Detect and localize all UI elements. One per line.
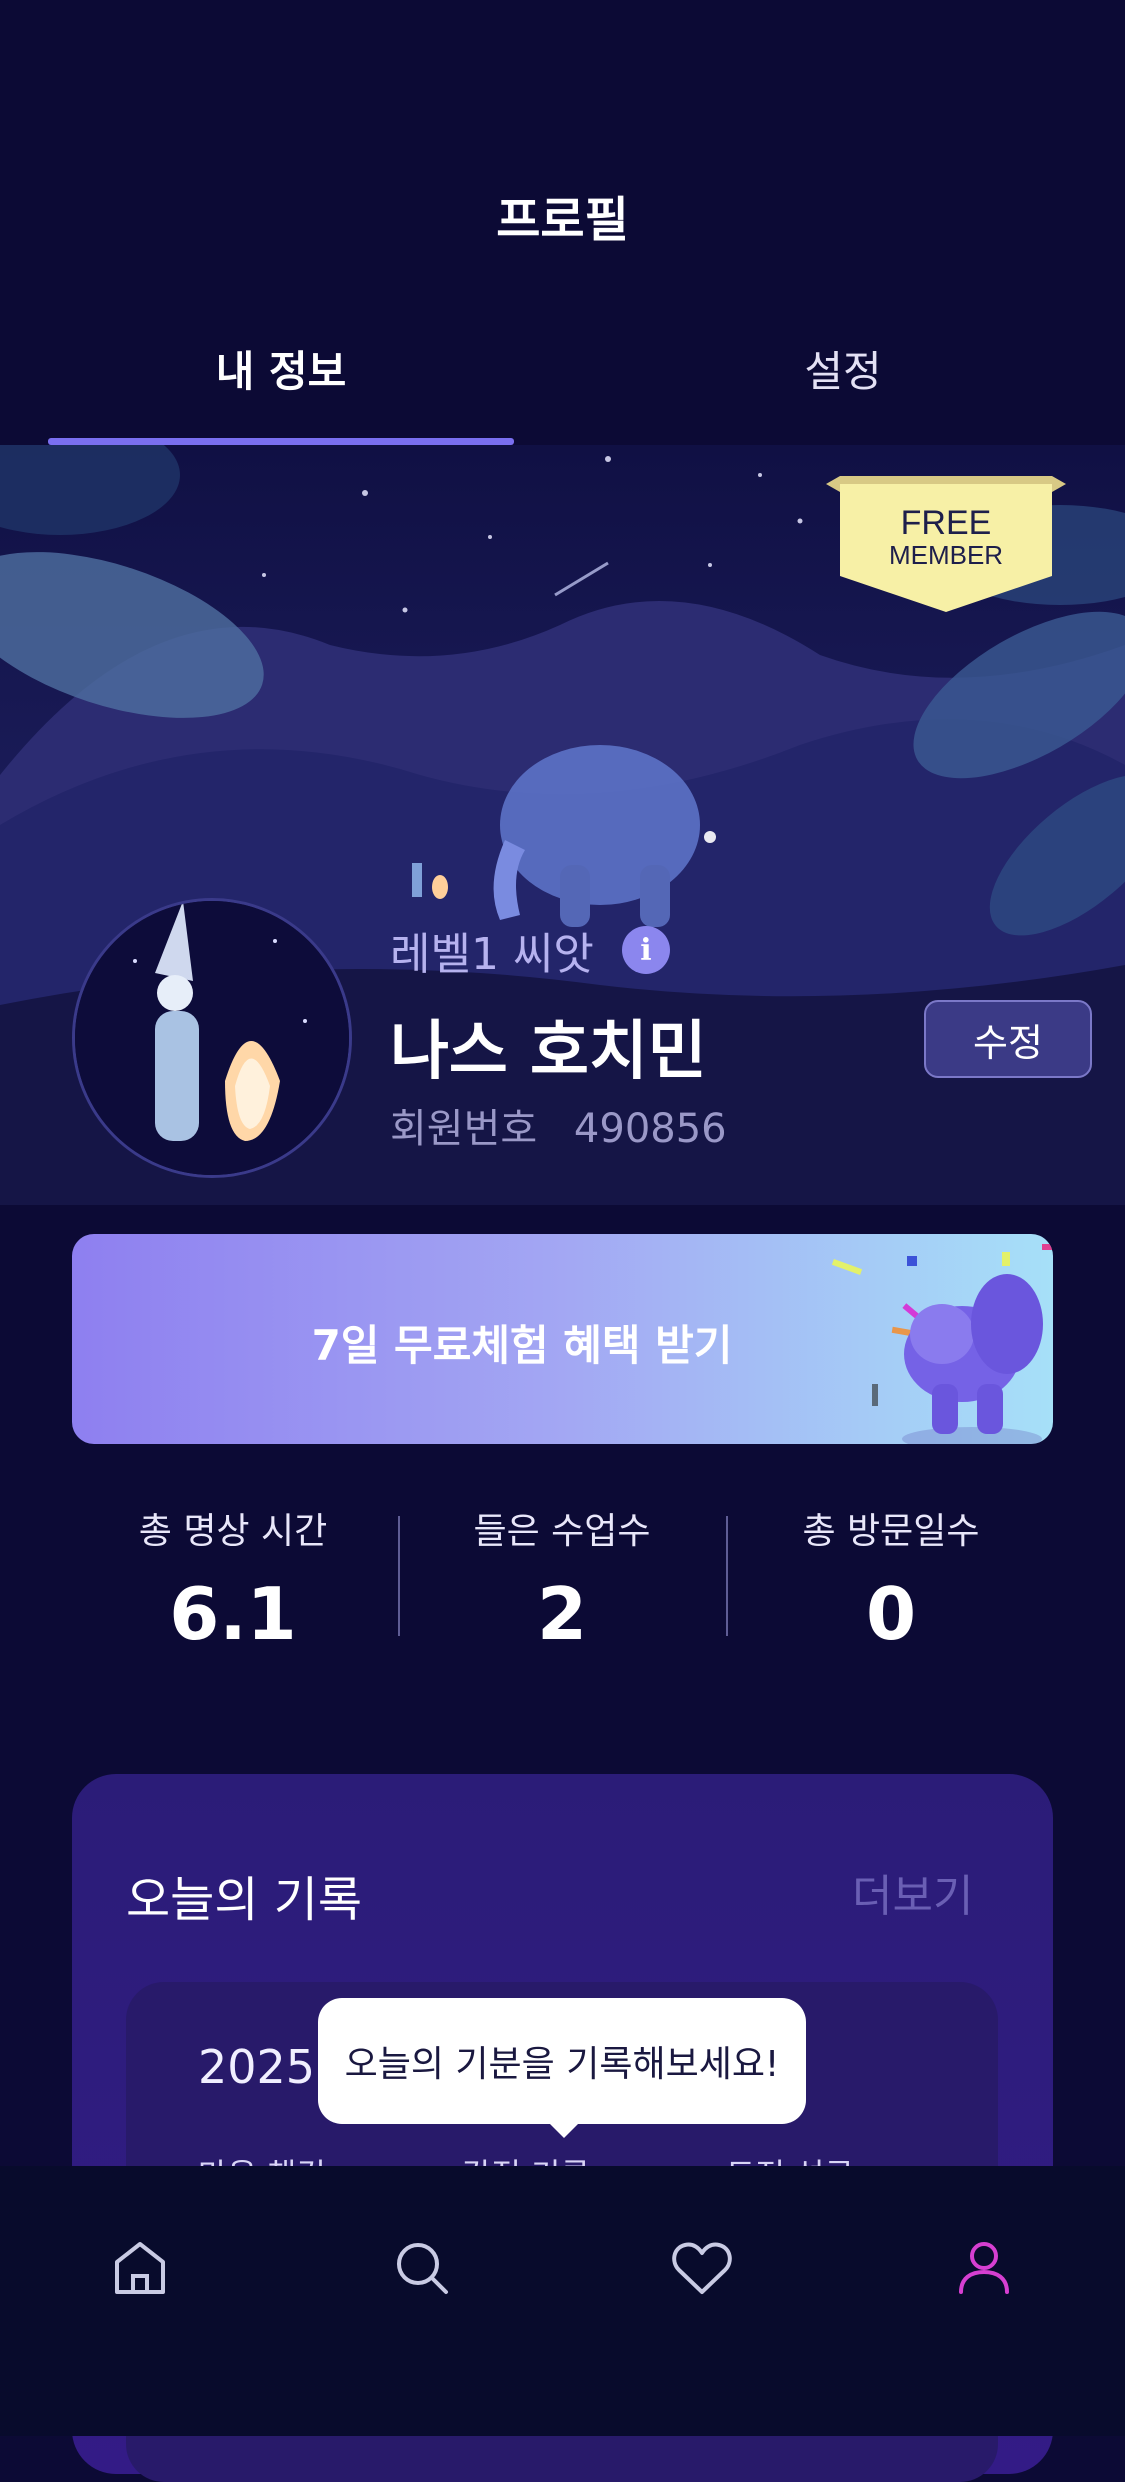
stat-value: 0	[865, 1572, 917, 1656]
tooltip-tail	[546, 2120, 582, 2138]
heart-icon	[672, 2242, 732, 2294]
level-row: 레벨1 씨앗 i	[390, 918, 670, 982]
avatar[interactable]	[72, 898, 352, 1178]
nav-favorites[interactable]	[652, 2218, 752, 2318]
more-link[interactable]: 더보기	[852, 1860, 973, 1924]
stat-visit-days: 총 방문일수 0	[726, 1502, 1056, 1656]
stat-meditation-time: 총 명상 시간 6.1	[68, 1502, 398, 1656]
stat-label: 들은 수업수	[473, 1511, 651, 1552]
elephant-illustration	[831, 1244, 1053, 1444]
free-member-badge: FREE MEMBER	[826, 476, 1066, 612]
nav-profile[interactable]	[934, 2218, 1034, 2318]
edit-profile-button[interactable]: 수정	[924, 1000, 1092, 1078]
page-title: 프로필	[496, 192, 629, 248]
badge-line1: FREE	[901, 504, 992, 542]
member-number-row: 회원번호 490856	[390, 1096, 727, 1154]
search-icon	[397, 2243, 448, 2294]
record-date: 2025.	[198, 2040, 330, 2094]
member-number-value: 490856	[573, 1106, 727, 1152]
stat-label: 총 방문일수	[802, 1511, 980, 1552]
tab-settings[interactable]: 설정	[610, 338, 1076, 399]
level-label: 레벨1 씨앗	[390, 929, 594, 980]
free-trial-banner[interactable]: 7일 무료체험 혜택 받기	[72, 1234, 1053, 1444]
nav-search[interactable]	[372, 2218, 472, 2318]
stat-value: 6.1	[169, 1572, 297, 1656]
badge-line2: MEMBER	[889, 540, 1003, 570]
today-record-title: 오늘의 기록	[126, 1872, 363, 1928]
active-tab-indicator	[48, 438, 514, 445]
stat-value: 2	[536, 1572, 588, 1656]
stat-label: 총 명상 시간	[138, 1511, 328, 1552]
info-icon[interactable]: i	[621, 926, 670, 974]
tab-my-info[interactable]: 내 정보	[48, 338, 514, 399]
mood-tooltip[interactable]: 오늘의 기분을 기록해보세요!	[318, 1998, 806, 2124]
member-number-label: 회원번호	[390, 1106, 538, 1152]
user-name: 나스 호치민	[390, 1015, 707, 1089]
profile-icon	[959, 2242, 1009, 2294]
stat-classes-listened: 들은 수업수 2	[397, 1502, 727, 1656]
top-header: 프로필 내 정보 설정	[0, 0, 1125, 445]
nav-home[interactable]	[90, 2218, 190, 2318]
home-icon	[115, 2242, 165, 2294]
